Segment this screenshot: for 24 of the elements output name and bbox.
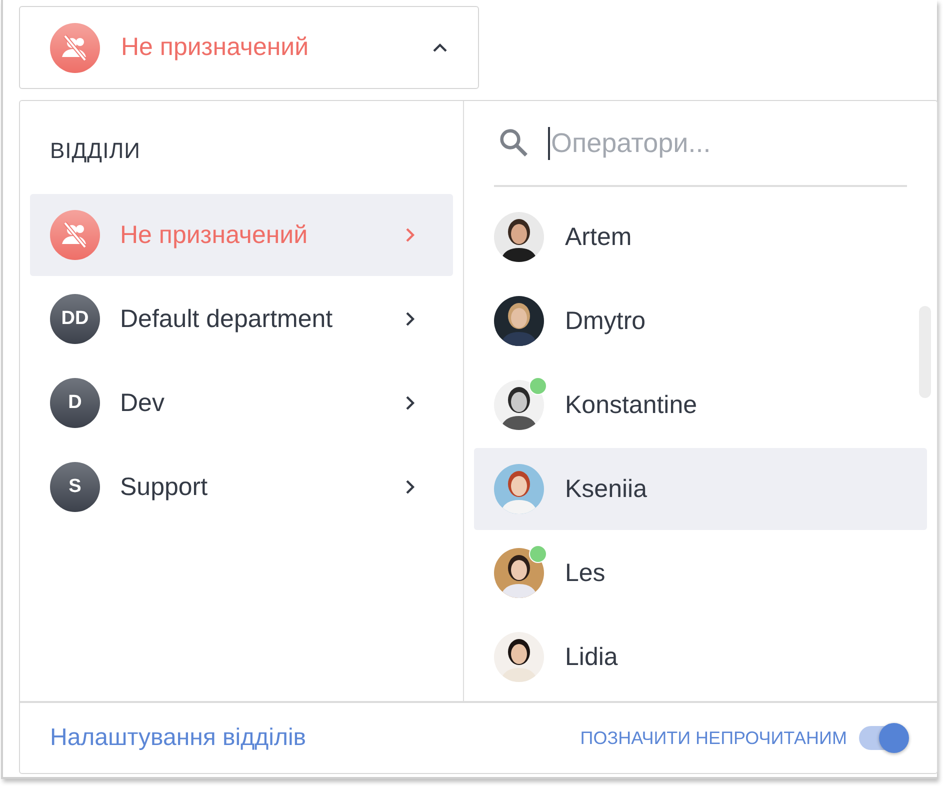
department-avatar: DD: [50, 294, 100, 344]
chevron-right-icon: [405, 227, 415, 243]
caret-icon: [432, 42, 448, 52]
operator-item[interactable]: Kseniia: [474, 448, 927, 530]
chevron-right-icon: [405, 395, 415, 411]
department-item[interactable]: DD Default department: [30, 278, 453, 360]
operator-item[interactable]: Konstantine: [474, 364, 927, 446]
mark-unread-label: ПОЗНАЧИТИ НЕПРОЧИТАНИМ: [580, 728, 847, 748]
operator-item[interactable]: Les: [474, 532, 927, 614]
department-avatar: S: [50, 462, 100, 512]
department-item[interactable]: D Dev: [30, 362, 453, 444]
unassigned-user-icon: [50, 210, 100, 260]
department-avatar: D: [50, 378, 100, 428]
operator-item[interactable]: Dmytro: [474, 280, 927, 362]
operator-item[interactable]: Artem: [474, 196, 927, 278]
chevron-right-icon: [405, 479, 415, 495]
unassigned-user-icon: [50, 22, 100, 72]
mark-unread-toggle[interactable]: [859, 726, 907, 750]
department-settings-link[interactable]: Налаштування відділів: [50, 724, 306, 752]
search-icon: [499, 128, 529, 158]
department-item[interactable]: S Support: [30, 446, 453, 528]
operator-item[interactable]: Lidia: [474, 616, 927, 698]
departments-heading: ВІДДІЛИ: [49, 137, 142, 165]
chevron-right-icon: [405, 311, 415, 327]
